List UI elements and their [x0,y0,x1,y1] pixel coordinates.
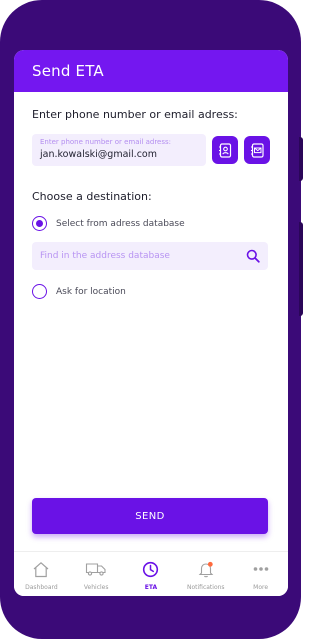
radio-option-location[interactable]: Ask for location [32,284,126,299]
radio-option-database[interactable]: Select from adress database [32,216,185,231]
clock-icon [140,560,162,578]
app-screen: Send ETA Enter phone number or email adr… [14,50,288,596]
contact-input[interactable]: Enter phone number or email adress: jan.… [32,134,206,166]
tab-vehicles[interactable]: Vehicles [69,552,124,596]
tab-label-more: More [253,584,269,591]
tab-notifications[interactable]: Notifications [178,552,233,596]
radio-label-database: Select from adress database [56,218,185,229]
contact-section-label: Enter phone number or email adress: [32,108,238,121]
address-book-icon [219,142,232,158]
radio-button-unselected[interactable] [32,284,47,299]
more-dots-icon [250,560,272,578]
search-icon[interactable] [246,249,260,263]
radio-label-location: Ask for location [56,286,126,297]
destination-section-label: Choose a destination: [32,190,152,203]
tab-label-notifications: Notifications [187,584,225,591]
bottom-tab-bar: Dashboard Vehicles ETA Notifications Mor… [14,551,288,596]
mail-contact-button[interactable] [244,136,270,164]
tab-label-dashboard: Dashboard [25,584,58,591]
home-icon [30,560,52,578]
address-book-button[interactable] [212,136,238,164]
tab-more[interactable]: More [233,552,288,596]
send-button-label: SEND [135,510,165,522]
bell-icon [195,560,217,578]
address-search-placeholder: Find in the address database [40,251,170,261]
contact-input-placeholder: Enter phone number or email adress: [40,138,172,146]
tab-eta[interactable]: ETA [124,552,179,596]
tab-label-vehicles: Vehicles [83,584,109,591]
tab-dashboard[interactable]: Dashboard [14,552,69,596]
send-button[interactable]: SEND [32,498,268,534]
address-search-input[interactable]: Find in the address database [32,242,268,270]
app-header: Send ETA [14,50,288,92]
page-title: Send ETA [32,62,104,80]
radio-dot [36,220,43,227]
notification-badge [207,561,213,567]
van-icon [85,560,107,578]
contact-input-value: jan.kowalski@gmail.com [40,149,157,160]
tab-label-eta: ETA [144,584,158,591]
radio-button-selected[interactable] [32,216,47,231]
phone-side-button-bottom [299,222,303,316]
mail-contact-icon [250,142,264,158]
phone-side-button-top [299,137,303,181]
